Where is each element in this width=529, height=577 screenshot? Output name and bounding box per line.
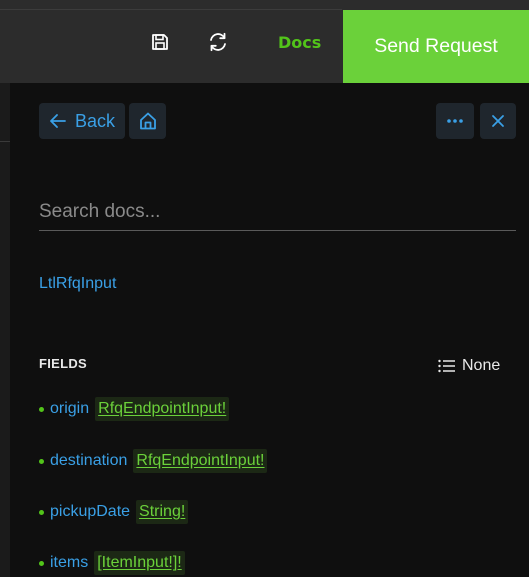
toolbar-divider (0, 9, 342, 10)
save-icon (152, 34, 168, 50)
arrow-left-icon (50, 114, 66, 128)
more-dots-icon (447, 119, 463, 123)
field-type-link[interactable]: String! (136, 500, 189, 524)
field-name[interactable]: origin (50, 400, 89, 418)
field-bullet (39, 406, 44, 412)
sort-toggle[interactable]: None (438, 355, 500, 377)
docs-panel: Back LtlRfqInput FIELDS (10, 83, 529, 577)
home-icon (139, 112, 156, 130)
list-icon (438, 359, 455, 373)
field-name[interactable]: destination (50, 452, 127, 470)
close-icon (492, 115, 504, 127)
editor-edge-divider (0, 141, 10, 142)
field-bullet (39, 560, 44, 566)
send-request-button[interactable]: Send Request (343, 10, 529, 83)
search-input[interactable] (39, 195, 516, 229)
back-label: Back (74, 110, 116, 131)
search-field (39, 195, 516, 231)
field-item: items [ItemInput!]! (39, 548, 185, 577)
graphql-playground: Docs Send Request Back Search docs... Lt… (0, 0, 529, 577)
reload-button[interactable] (206, 30, 230, 54)
field-bullet (39, 509, 44, 515)
close-button[interactable] (480, 103, 516, 139)
docs-tab[interactable]: Docs (278, 30, 321, 54)
save-button[interactable] (148, 30, 172, 54)
editor-edge (0, 83, 10, 577)
more-button[interactable] (436, 103, 474, 139)
reload-icon (210, 32, 226, 52)
field-type-link[interactable]: RfqEndpointInput! (133, 449, 268, 473)
sort-label: None (462, 357, 501, 374)
toolbar: Docs Send Request (0, 0, 529, 83)
home-button[interactable] (129, 103, 166, 139)
back-button[interactable]: Back (39, 103, 125, 139)
field-name[interactable]: items (50, 554, 88, 572)
field-item: origin RfqEndpointInput! (39, 394, 230, 424)
field-type-link[interactable]: RfqEndpointInput! (95, 397, 230, 421)
field-type-link[interactable]: [ItemInput!]! (94, 551, 185, 575)
fields-heading: FIELDS (39, 356, 88, 371)
field-name[interactable]: pickupDate (50, 503, 130, 521)
field-item: destination RfqEndpointInput! (39, 446, 268, 476)
type-name-link[interactable]: LtlRfqInput (39, 275, 116, 293)
field-item: pickupDate String! (39, 497, 189, 527)
field-bullet (39, 458, 44, 464)
